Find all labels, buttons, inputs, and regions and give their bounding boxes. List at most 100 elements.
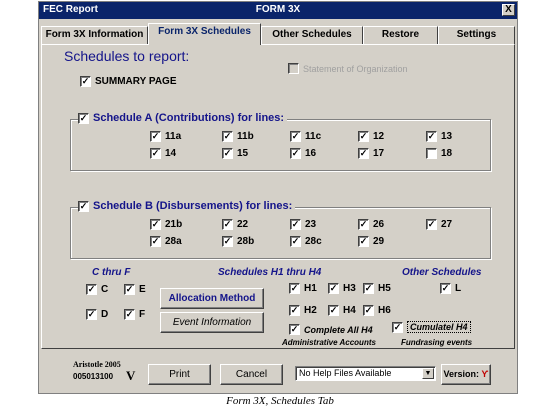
schedule-l-checkbox[interactable]: ✓ L bbox=[440, 283, 461, 294]
line-label: 18 bbox=[441, 148, 453, 159]
checkbox-box[interactable]: ✓ bbox=[150, 219, 161, 230]
schedule-b-label: Schedule B (Disbursements) for lines: bbox=[93, 200, 293, 212]
line-21b-checkbox[interactable]: ✓ 21b bbox=[150, 219, 182, 230]
checkbox-box[interactable]: ✓ bbox=[289, 283, 300, 294]
tab-other-schedules[interactable]: Other Schedules bbox=[261, 26, 363, 44]
checkbox-box[interactable]: ✓ bbox=[124, 284, 135, 295]
line-29-checkbox[interactable]: ✓ 29 bbox=[358, 236, 384, 247]
checkbox-box[interactable]: ✓ bbox=[78, 112, 89, 124]
schedule-c-checkbox[interactable]: ✓ C bbox=[86, 284, 108, 295]
checkbox-box[interactable]: ✓ bbox=[150, 131, 161, 142]
brand-v-logo: V bbox=[126, 368, 136, 383]
checkbox-box[interactable]: ✓ bbox=[150, 148, 161, 159]
line-22-checkbox[interactable]: ✓ 22 bbox=[222, 219, 248, 230]
figure-caption: Form 3X, Schedules Tab bbox=[226, 395, 334, 407]
line-14-checkbox[interactable]: ✓ 14 bbox=[150, 148, 176, 159]
schedule-f-checkbox[interactable]: ✓ F bbox=[124, 309, 145, 320]
checkbox-box[interactable]: ✓ bbox=[363, 305, 374, 316]
schedule-b-checkbox[interactable]: ✓ Schedule B (Disbursements) for lines: bbox=[78, 200, 296, 212]
line-28b-checkbox[interactable]: ✓ 28b bbox=[222, 236, 254, 247]
checkbox-box[interactable]: ✓ bbox=[86, 309, 97, 320]
fundraising-events-label: Fundrasing events bbox=[401, 338, 473, 347]
print-button[interactable]: Print bbox=[148, 364, 211, 385]
schedule-h1-checkbox[interactable]: ✓ H1 bbox=[289, 283, 317, 294]
line-13-checkbox[interactable]: ✓ 13 bbox=[426, 131, 452, 142]
schedule-h4-checkbox[interactable]: ✓ H4 bbox=[328, 305, 356, 316]
c-thru-f-heading: C thru F bbox=[92, 267, 131, 278]
chevron-down-icon[interactable]: ▼ bbox=[422, 368, 434, 379]
checkbox-box[interactable]: ✓ bbox=[440, 283, 451, 294]
checkbox-box[interactable]: ✓ bbox=[78, 200, 89, 212]
checkbox-box[interactable]: ✓ bbox=[358, 148, 369, 159]
line-label: 15 bbox=[237, 148, 249, 159]
checkbox-box[interactable]: ✓ bbox=[124, 309, 135, 320]
checkbox-box[interactable]: ✓ bbox=[290, 219, 301, 230]
statement-of-organization-checkbox[interactable]: Statement of Organization bbox=[288, 63, 408, 74]
checkbox-box[interactable]: ✓ bbox=[86, 284, 97, 295]
checkbox-box[interactable]: ✓ bbox=[358, 219, 369, 230]
line-17-checkbox[interactable]: ✓ 17 bbox=[358, 148, 384, 159]
schedule-h6-checkbox[interactable]: ✓ H6 bbox=[363, 305, 391, 316]
allocation-method-button[interactable]: Allocation Method bbox=[160, 288, 264, 309]
line-23-checkbox[interactable]: ✓ 23 bbox=[290, 219, 316, 230]
line-11b-checkbox[interactable]: ✓ 11b bbox=[222, 131, 254, 142]
schedule-a-checkbox[interactable]: ✓ Schedule A (Contributions) for lines: bbox=[78, 112, 288, 124]
line-11a-checkbox[interactable]: ✓ 11a bbox=[150, 131, 181, 142]
checkbox-box[interactable]: ✓ bbox=[150, 236, 161, 247]
line-28c-checkbox[interactable]: ✓ 28c bbox=[290, 236, 322, 247]
checkbox-box[interactable]: ✓ bbox=[392, 321, 403, 333]
checkbox-box[interactable]: ✓ bbox=[289, 324, 300, 335]
schedule-d-checkbox[interactable]: ✓ D bbox=[86, 309, 108, 320]
line-28a-checkbox[interactable]: ✓ 28a bbox=[150, 236, 182, 247]
schedule-c-label: C bbox=[101, 284, 109, 295]
line-12-checkbox[interactable]: ✓ 12 bbox=[358, 131, 384, 142]
line-label: 11c bbox=[305, 131, 322, 142]
checkbox-box[interactable]: ✓ bbox=[289, 305, 300, 316]
tab-form3x-information[interactable]: Form 3X Information bbox=[41, 26, 148, 44]
schedule-d-label: D bbox=[101, 309, 109, 320]
checkbox-box[interactable]: ✓ bbox=[426, 219, 437, 230]
checkbox-box[interactable]: ✓ bbox=[222, 148, 233, 159]
schedule-h3-checkbox[interactable]: ✓ H3 bbox=[328, 283, 356, 294]
checkbox-box[interactable]: ✓ bbox=[222, 236, 233, 247]
form-title: FORM 3X bbox=[255, 4, 301, 15]
schedule-e-checkbox[interactable]: ✓ E bbox=[124, 284, 146, 295]
line-label: 13 bbox=[441, 131, 453, 142]
version-button[interactable]: Version: ϒ bbox=[441, 364, 491, 385]
tab-form3x-schedules[interactable]: Form 3X Schedules bbox=[148, 23, 261, 45]
checkbox-box[interactable]: ✓ bbox=[426, 131, 437, 142]
line-27-checkbox[interactable]: ✓ 27 bbox=[426, 219, 452, 230]
checkbox-box[interactable]: ✓ bbox=[358, 236, 369, 247]
cumulative-h4-checkbox[interactable]: ✓ Cumulatel H4 bbox=[392, 321, 471, 333]
event-information-button[interactable]: Event Information bbox=[160, 312, 264, 333]
line-16-checkbox[interactable]: ✓ 16 bbox=[290, 148, 316, 159]
checkbox-box[interactable]: ✓ bbox=[222, 219, 233, 230]
checkbox-box[interactable]: ✓ bbox=[328, 283, 339, 294]
checkbox-box[interactable]: ✓ bbox=[290, 131, 301, 142]
checkbox-box[interactable] bbox=[288, 63, 299, 74]
line-11c-checkbox[interactable]: ✓ 11c bbox=[290, 131, 321, 142]
checkbox-box[interactable]: ✓ bbox=[290, 148, 301, 159]
line-label: 12 bbox=[373, 131, 385, 142]
help-files-select[interactable]: No Help Files Available ▼ bbox=[295, 366, 436, 381]
complete-all-h4-checkbox[interactable]: ✓ Complete All H4 bbox=[289, 324, 373, 335]
summary-page-checkbox[interactable]: ✓ SUMMARY PAGE bbox=[80, 76, 177, 87]
checkbox-box[interactable]: ✓ bbox=[80, 76, 91, 87]
checkbox-box[interactable]: ✓ bbox=[290, 236, 301, 247]
checkbox-box[interactable]: ✓ bbox=[358, 131, 369, 142]
tab-settings[interactable]: Settings bbox=[438, 26, 515, 44]
line-26-checkbox[interactable]: ✓ 26 bbox=[358, 219, 384, 230]
checkbox-box[interactable]: ✓ bbox=[363, 283, 374, 294]
line-15-checkbox[interactable]: ✓ 15 bbox=[222, 148, 248, 159]
tab-restore[interactable]: Restore bbox=[363, 26, 438, 44]
tulip-icon: ϒ bbox=[481, 369, 489, 379]
checkbox-box[interactable] bbox=[426, 148, 437, 159]
line-18-checkbox[interactable]: 18 bbox=[426, 148, 452, 159]
schedule-h5-checkbox[interactable]: ✓ H5 bbox=[363, 283, 391, 294]
close-icon[interactable]: X bbox=[502, 4, 515, 16]
checkbox-box[interactable]: ✓ bbox=[328, 305, 339, 316]
cancel-button[interactable]: Cancel bbox=[220, 364, 283, 385]
checkbox-box[interactable]: ✓ bbox=[222, 131, 233, 142]
title-bar: FEC Report FORM 3X X bbox=[39, 2, 517, 19]
schedule-h2-checkbox[interactable]: ✓ H2 bbox=[289, 305, 317, 316]
